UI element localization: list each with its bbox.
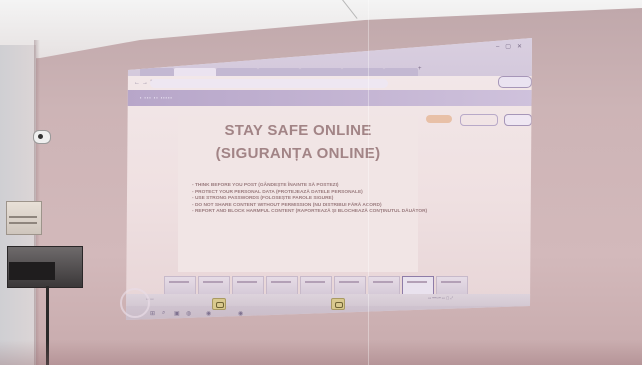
zoom-controls[interactable]: ▭ ━━○━ ▭ ▢ ⤢ <box>428 296 453 300</box>
search-icon[interactable]: ⌕ <box>162 310 165 317</box>
editor-toolbar <box>126 90 532 106</box>
slide-thumbnails <box>164 276 494 296</box>
slide-bullet-list: THINK BEFORE YOU POST (GÂNDEȘTE ÎNAINTE … <box>192 183 432 216</box>
window-controls[interactable]: –▢✕ <box>496 43 528 50</box>
slide-bullet: USE STRONG PASSWORDS (FOLOSEȘTE PAROLE S… <box>192 196 432 203</box>
share-button[interactable] <box>498 76 532 88</box>
camera-lens <box>38 134 43 139</box>
browser-tab[interactable] <box>140 68 174 76</box>
overlay-badge-icon <box>331 298 345 310</box>
new-tab-icon[interactable]: + <box>418 66 422 72</box>
browser-tab[interactable] <box>384 68 418 76</box>
address-bar[interactable] <box>150 79 388 88</box>
ac-vent <box>9 222 37 224</box>
projected-screen: + –▢✕ ←→↻ ▪ ▪▪▪ ▪▪ ▪▪▪▪▪ STAY SAFE ONLIN… <box>126 38 532 320</box>
floor-shadow <box>0 340 642 365</box>
slide-thumbnail[interactable] <box>232 276 264 295</box>
slide-thumbnail[interactable] <box>436 276 468 295</box>
slide-thumbnail[interactable] <box>368 276 400 295</box>
editor-action-button[interactable] <box>504 114 532 126</box>
editor-menu[interactable]: ▪ ▪▪▪ ▪▪ ▪▪▪▪▪ <box>140 95 173 100</box>
ac-vent <box>9 216 37 218</box>
editor-search-button[interactable] <box>460 114 498 126</box>
slide-thumbnail[interactable] <box>198 276 230 295</box>
browser-tab[interactable] <box>342 68 384 76</box>
slide-title: STAY SAFE ONLINE <box>224 122 372 139</box>
slide-bullet: THINK BEFORE YOU POST (GÂNDEȘTE ÎNAINTE … <box>192 183 432 190</box>
screen-seam <box>368 0 369 365</box>
slide-bullet: REPORT AND BLOCK HARMFUL CONTENT (RAPORT… <box>192 209 432 216</box>
browser-tab[interactable] <box>300 68 342 76</box>
app-icon[interactable]: ◉ <box>206 310 211 317</box>
app-icon[interactable]: ◉ <box>238 310 243 317</box>
slide-subtitle: (SIGURANȚA ONLINE) <box>215 145 381 162</box>
slide-thumbnail[interactable] <box>164 276 196 295</box>
switch-ports <box>9 262 55 280</box>
slide-thumbnail[interactable] <box>300 276 332 295</box>
taskview-icon[interactable]: ▣ <box>174 310 180 317</box>
slide-thumbnail[interactable] <box>266 276 298 295</box>
slide-thumbnail[interactable] <box>334 276 366 295</box>
reflection-ring <box>120 288 150 318</box>
browser-tab[interactable] <box>216 68 258 76</box>
browser-tab-active[interactable] <box>174 68 216 76</box>
overlay-badge-icon <box>212 298 226 310</box>
editor-chip[interactable] <box>426 115 452 123</box>
air-conditioner-icon <box>6 201 42 235</box>
start-icon[interactable]: ⊞ <box>150 310 155 317</box>
slide-thumbnail-selected[interactable] <box>402 276 434 295</box>
browser-icon[interactable]: ◍ <box>186 310 191 317</box>
browser-tab[interactable] <box>258 68 300 76</box>
